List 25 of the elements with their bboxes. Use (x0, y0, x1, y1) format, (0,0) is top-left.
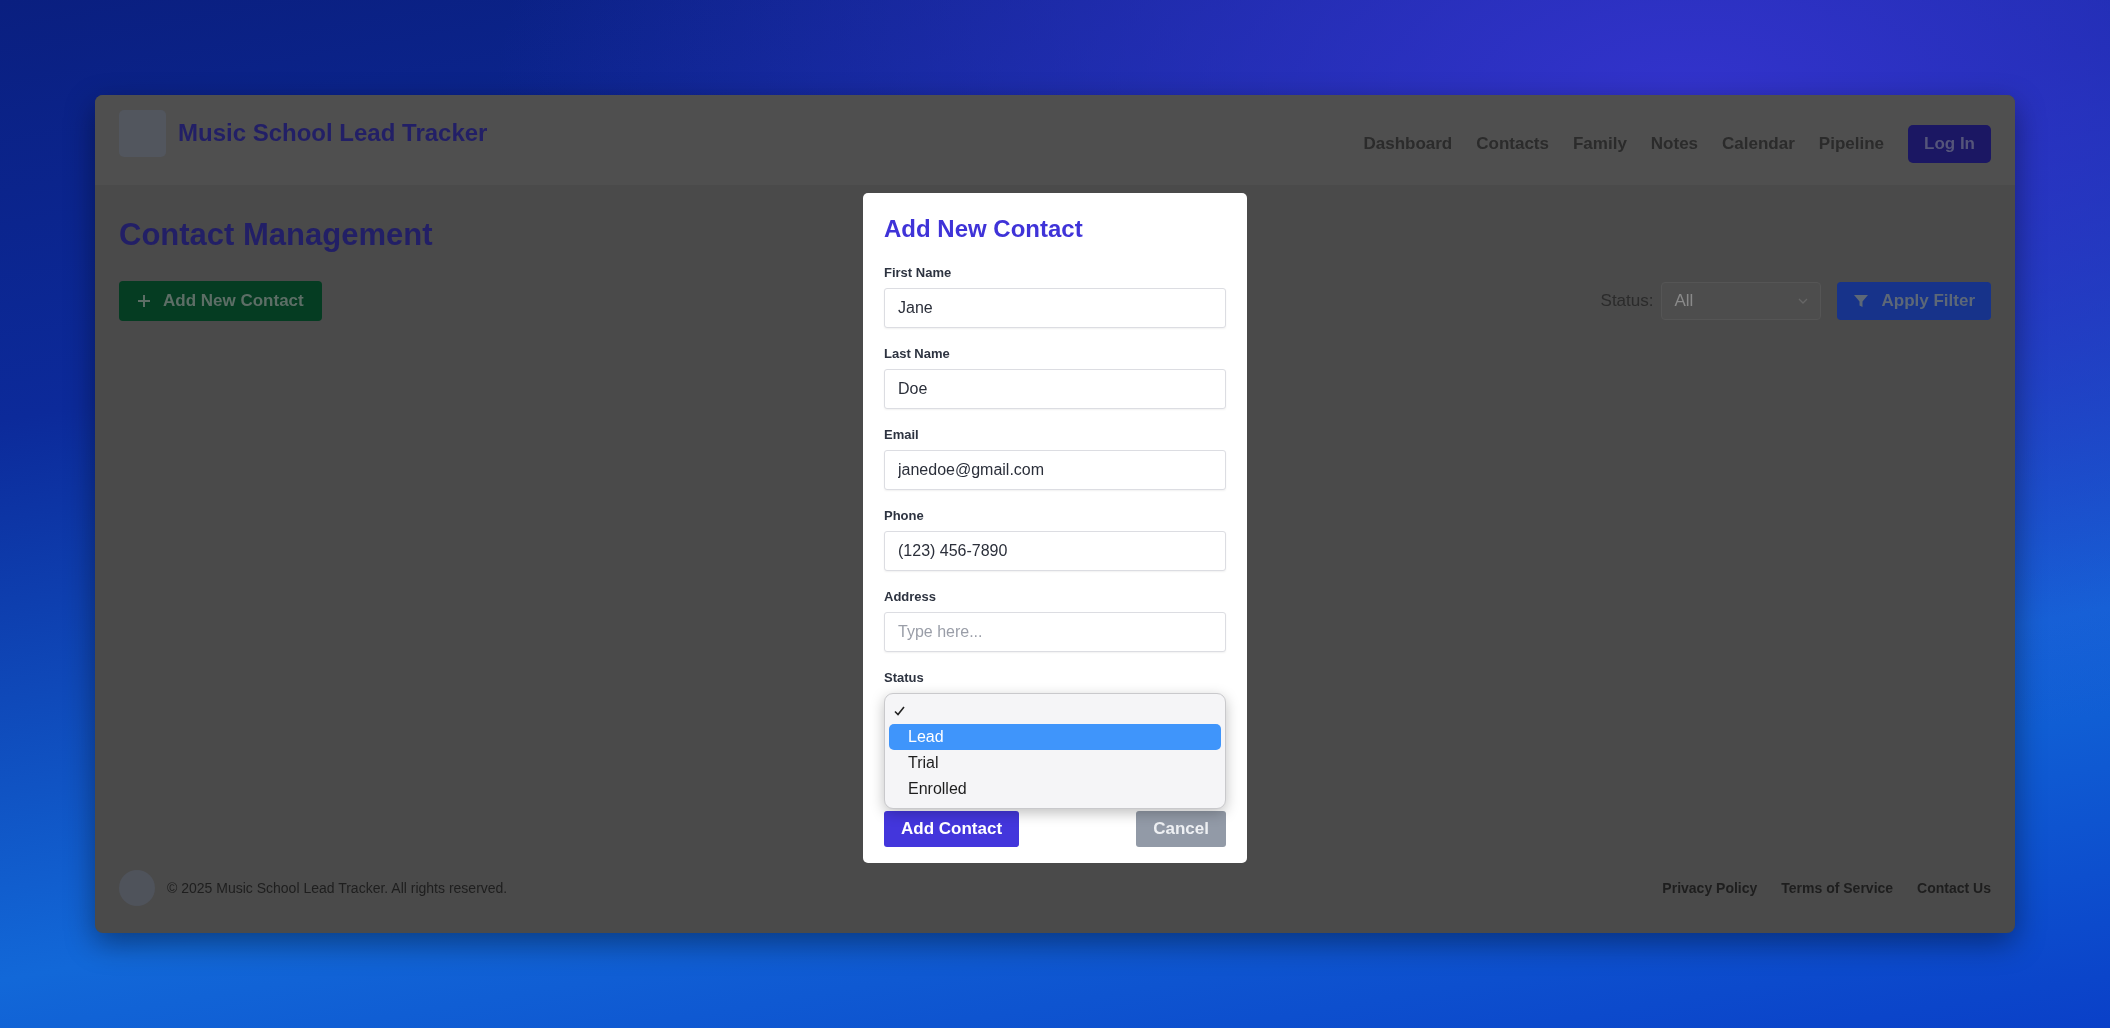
field-label: Last Name (884, 346, 951, 361)
text-input-field[interactable]: janedoe@gmail.com (884, 450, 1226, 490)
login-button[interactable]: Log In (1908, 125, 1991, 163)
dropdown-option[interactable]: Enrolled (889, 776, 1221, 802)
text-input-field[interactable]: Doe (884, 369, 1226, 409)
chevron-down-icon (1798, 298, 1809, 304)
checkmark-icon (894, 706, 905, 716)
status-filter-dropdown[interactable]: All (1661, 282, 1822, 320)
cancel-button[interactable]: Cancel (1136, 811, 1226, 847)
add-contact-button[interactable]: Add Contact (884, 811, 1020, 847)
apply-filter-button[interactable]: Apply Filter (1837, 282, 1991, 320)
add-contact-button[interactable]: Add New Contact (119, 281, 322, 321)
plus-icon (137, 294, 151, 308)
dialog-title: Add New Contact (884, 215, 1084, 243)
text-input-field[interactable]: Type here... (884, 612, 1226, 652)
field-label: Email (884, 427, 920, 442)
dropdown-option[interactable]: Trial (889, 750, 1221, 776)
field-label: Status (884, 670, 925, 685)
text-input-field[interactable]: Jane (884, 288, 1226, 328)
field-label: Phone (884, 508, 925, 523)
text-input-field[interactable]: (123) 456-7890 (884, 531, 1226, 571)
dropdown-option[interactable]: Lead (889, 724, 1221, 750)
funnel-icon (1853, 293, 1870, 309)
field-label: First Name (884, 265, 953, 280)
field-label: Address (884, 589, 938, 604)
